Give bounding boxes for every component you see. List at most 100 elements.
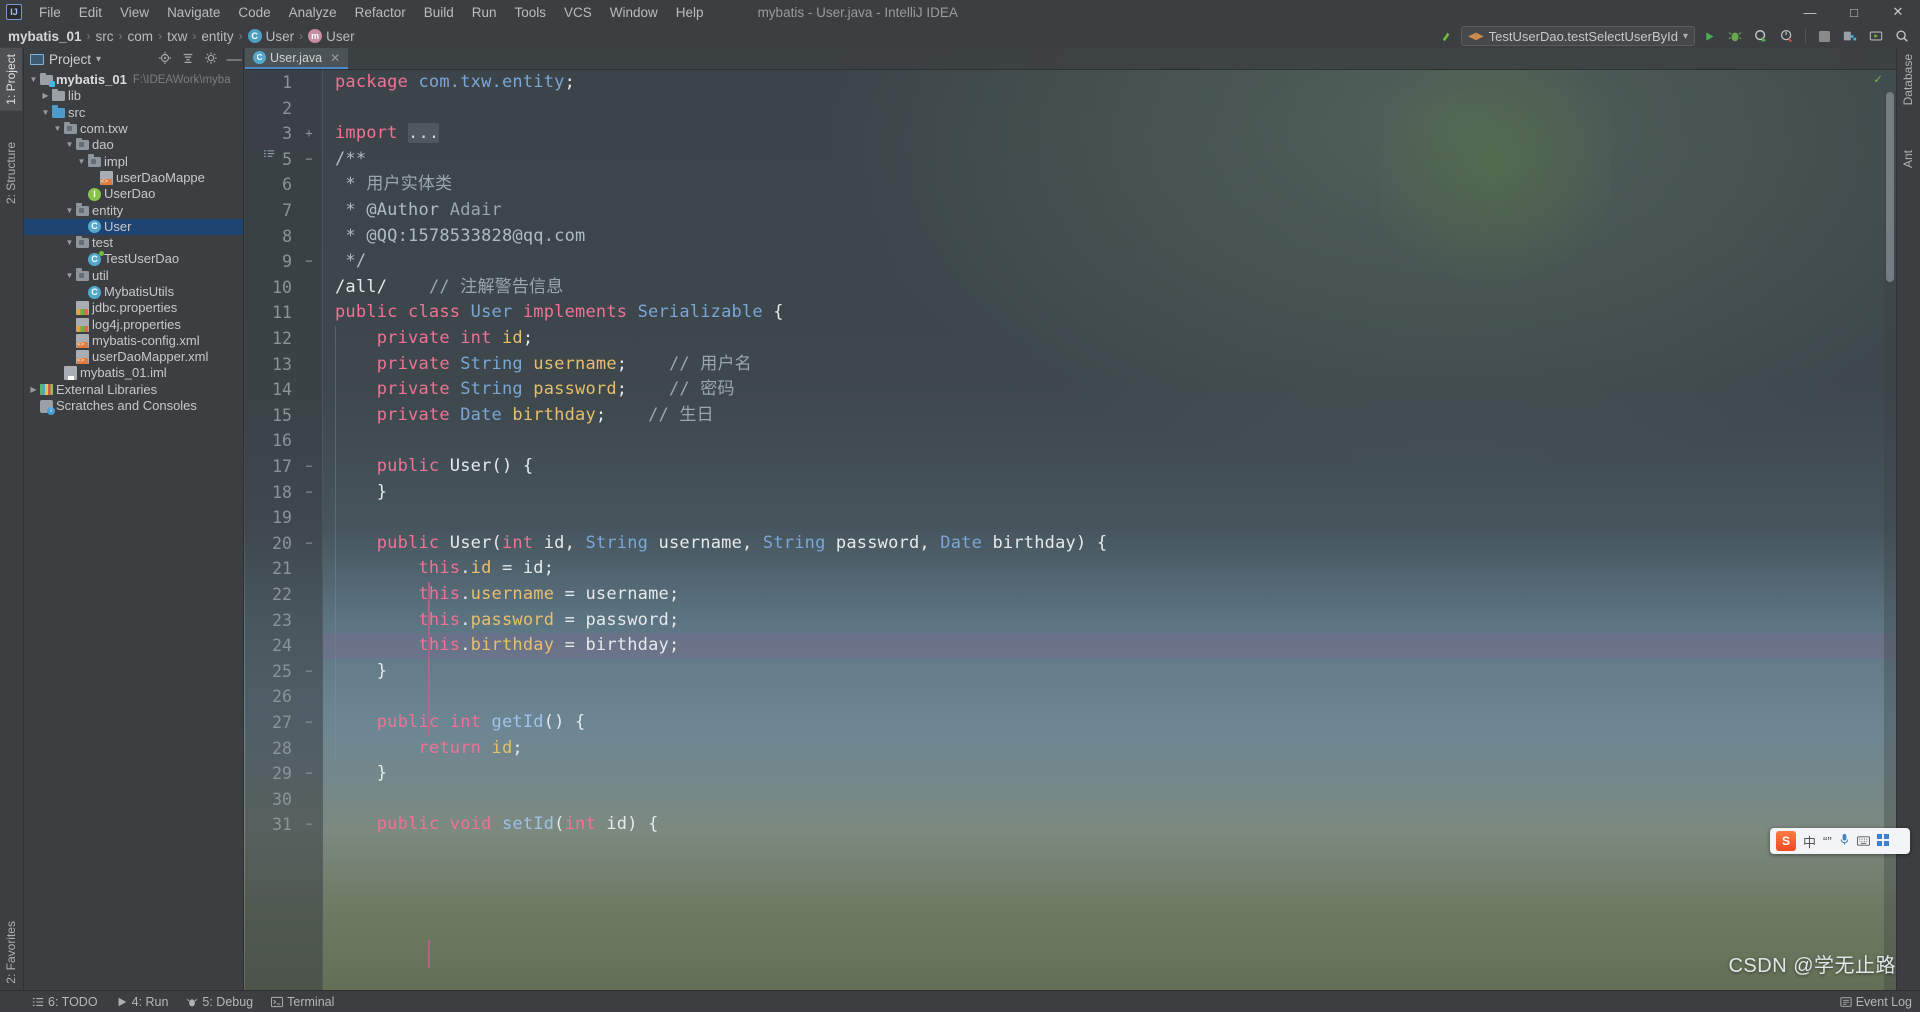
collapse-fold-icon[interactable]: −: [302, 480, 316, 506]
breadcrumb-item-src[interactable]: src: [96, 29, 114, 44]
code-line[interactable]: [323, 96, 1896, 122]
code-line[interactable]: public void setId(int id) {: [323, 812, 1896, 838]
menu-item-edit[interactable]: Edit: [70, 3, 111, 22]
chevron-down-icon[interactable]: ▼: [64, 268, 75, 284]
tree-item-lib[interactable]: ▶ lib: [24, 88, 243, 104]
project-tree[interactable]: ▼ mybatis_01 F:\IDEAWork\myba ▶ lib ▼ src ▼ com.…: [24, 70, 243, 990]
breadcrumb-item-entity[interactable]: entity: [201, 29, 233, 44]
run-configuration-selector[interactable]: ◀▶ TestUserDao.testSelectUserById ▾: [1461, 26, 1695, 46]
tree-item-impl[interactable]: ▼ impl: [24, 153, 243, 169]
code-line[interactable]: return id;: [323, 736, 1896, 762]
code-line[interactable]: import ...: [323, 121, 1896, 147]
code-line[interactable]: */: [323, 249, 1896, 275]
tree-item-scratches-and-consoles[interactable]: Scratches and Consoles: [24, 398, 243, 415]
code-line[interactable]: [323, 684, 1896, 710]
sidebar-item-ant[interactable]: Ant: [1897, 144, 1920, 174]
collapse-all-icon[interactable]: [179, 51, 197, 68]
collapse-fold-icon[interactable]: −: [302, 659, 316, 685]
chevron-down-icon[interactable]: ▼: [28, 72, 39, 88]
ime-toolbar[interactable]: S 中 “”: [1770, 828, 1910, 854]
tab-user-java[interactable]: C User.java ✕: [245, 48, 349, 69]
tree-item-src[interactable]: ▼ src: [24, 105, 243, 121]
run-button[interactable]: [1697, 25, 1721, 47]
menu-item-navigate[interactable]: Navigate: [158, 3, 229, 22]
chevron-down-icon[interactable]: ▾: [96, 54, 101, 65]
status-bar-4-run[interactable]: 4: Run: [116, 995, 168, 1009]
breadcrumb-item-txw[interactable]: txw: [167, 29, 187, 44]
ime-mode-label[interactable]: 中: [1803, 832, 1816, 851]
chevron-down-icon[interactable]: ▼: [64, 203, 75, 219]
updates-button[interactable]: [1864, 25, 1888, 47]
menu-item-run[interactable]: Run: [463, 3, 506, 22]
close-button[interactable]: ✕: [1876, 0, 1920, 24]
code-line[interactable]: package com.txw.entity;: [323, 70, 1896, 96]
menu-item-help[interactable]: Help: [667, 3, 713, 22]
chevron-down-icon[interactable]: ▼: [64, 137, 75, 153]
tree-item-dao[interactable]: ▼ dao: [24, 137, 243, 153]
expand-fold-icon[interactable]: +: [302, 121, 316, 147]
tree-item-test[interactable]: ▼ test: [24, 235, 243, 251]
tree-item-jdbc-properties[interactable]: jdbc.properties: [24, 300, 243, 316]
sidebar-item-database[interactable]: Database: [1897, 48, 1920, 111]
menu-item-view[interactable]: View: [111, 3, 158, 22]
code-line[interactable]: }: [323, 659, 1896, 685]
chevron-down-icon[interactable]: ▼: [52, 121, 63, 137]
code-line[interactable]: public User(int id, String username, Str…: [323, 531, 1896, 557]
chevron-down-icon[interactable]: ▼: [76, 154, 87, 170]
chevron-down-icon[interactable]: ▼: [64, 235, 75, 251]
hide-icon[interactable]: —: [225, 51, 243, 68]
close-icon[interactable]: ✕: [330, 51, 340, 65]
code-line[interactable]: public int getId() {: [323, 710, 1896, 736]
code-line[interactable]: private String username; // 用户名: [323, 352, 1896, 378]
code-content[interactable]: package com.txw.entity; import .../** * …: [323, 70, 1896, 990]
minimize-button[interactable]: —: [1788, 0, 1832, 24]
inspection-status-icon[interactable]: ✓: [1874, 72, 1882, 87]
breadcrumb-item-user[interactable]: m User: [308, 29, 355, 44]
code-line[interactable]: private String password; // 密码: [323, 377, 1896, 403]
code-line[interactable]: * @QQ:1578533828@qq.com: [323, 224, 1896, 250]
gear-icon[interactable]: [202, 51, 220, 68]
breadcrumb-item-mybatis_01[interactable]: mybatis_01: [8, 29, 82, 44]
collapse-fold-icon[interactable]: −: [302, 454, 316, 480]
project-structure-button[interactable]: [1838, 25, 1862, 47]
tree-item-user[interactable]: C User: [24, 218, 243, 235]
tree-item-userdaomappe[interactable]: userDaoMappe: [24, 170, 243, 186]
collapse-fold-icon[interactable]: −: [302, 710, 316, 736]
code-line[interactable]: this.id = id;: [323, 556, 1896, 582]
menu-item-build[interactable]: Build: [415, 3, 463, 22]
keyboard-icon[interactable]: [1856, 834, 1870, 849]
collapse-fold-icon[interactable]: −: [302, 812, 316, 838]
chevron-down-icon[interactable]: ▼: [40, 105, 51, 121]
breadcrumb-item-user[interactable]: C User: [247, 29, 294, 44]
profile-button[interactable]: [1775, 25, 1799, 47]
chevron-right-icon[interactable]: ▶: [28, 382, 39, 398]
tree-item-mybatis-config-xml[interactable]: mybatis-config.xml: [24, 333, 243, 349]
tree-item-mybatis-01[interactable]: ▼ mybatis_01 F:\IDEAWork\myba: [24, 72, 243, 88]
run-with-coverage-button[interactable]: [1749, 25, 1773, 47]
status-bar-terminal[interactable]: Terminal: [271, 995, 334, 1009]
collapse-fold-icon[interactable]: −: [302, 761, 316, 787]
line-number-gutter[interactable]: 1 2 3 +5−6 7 8 9−10 11 12 13 14 15 16 17−18−19 20−21 22…: [245, 70, 323, 990]
sidebar-item-project[interactable]: 1: Project: [0, 48, 24, 111]
breadcrumb-item-com[interactable]: com: [128, 29, 154, 44]
editor-scrollbar[interactable]: [1884, 92, 1896, 990]
menu-item-refactor[interactable]: Refactor: [346, 3, 415, 22]
tree-item-mybatisutils[interactable]: C MybatisUtils: [24, 284, 243, 300]
code-line[interactable]: [323, 428, 1896, 454]
search-everywhere-icon[interactable]: [1890, 25, 1914, 47]
ime-punct-icon[interactable]: “”: [1823, 834, 1832, 849]
tree-item-external-libraries[interactable]: ▶ External Libraries: [24, 382, 243, 398]
code-line[interactable]: /all/ // 注解警告信息: [323, 275, 1896, 301]
sogou-logo-icon[interactable]: S: [1776, 831, 1796, 851]
code-line[interactable]: * @Author Adair: [323, 198, 1896, 224]
tree-item-entity[interactable]: ▼ entity: [24, 202, 243, 218]
scrollbar-thumb[interactable]: [1886, 92, 1894, 282]
event-log-button[interactable]: Event Log: [1840, 995, 1912, 1009]
code-line[interactable]: public User() {: [323, 454, 1896, 480]
microphone-icon[interactable]: [1839, 833, 1850, 849]
collapse-fold-icon[interactable]: −: [302, 531, 316, 557]
menu-item-vcs[interactable]: VCS: [555, 3, 601, 22]
menu-item-window[interactable]: Window: [601, 3, 667, 22]
code-line[interactable]: private int id;: [323, 326, 1896, 352]
code-line[interactable]: this.password = password;: [323, 608, 1896, 634]
